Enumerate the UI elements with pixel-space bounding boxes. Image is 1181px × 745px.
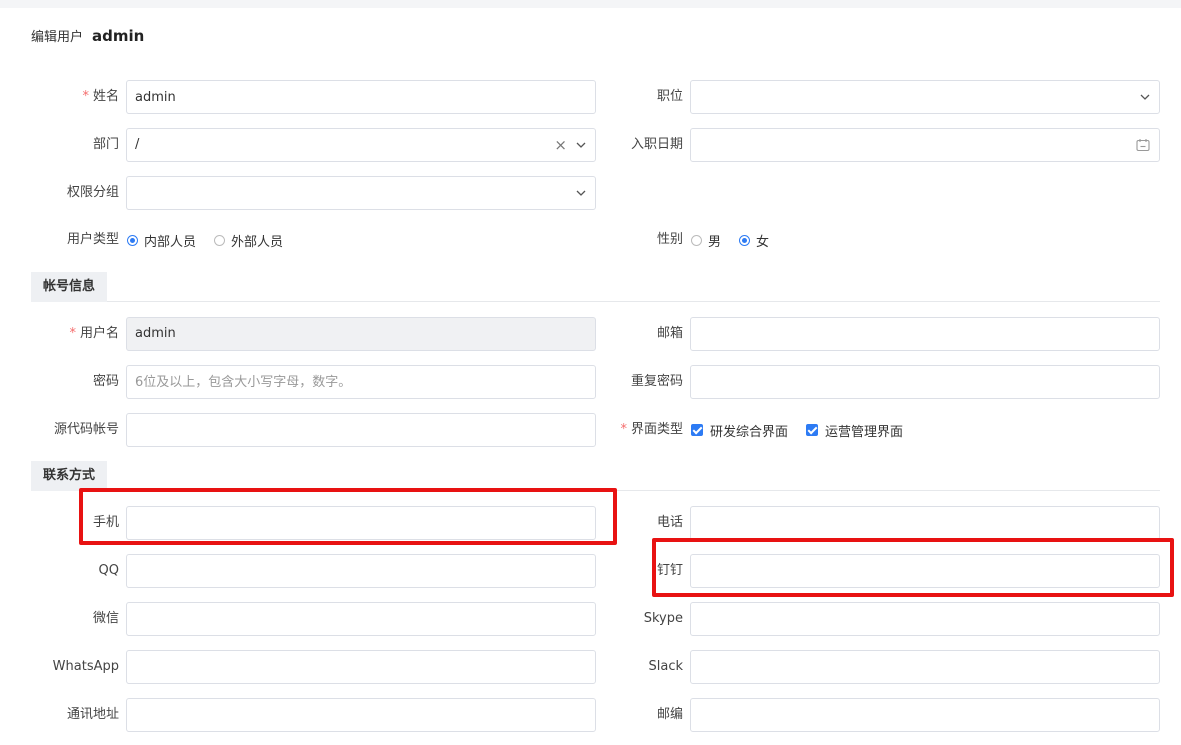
user-type-external-option[interactable]: 外部人员 [214,231,283,250]
radio-unchecked-icon[interactable] [691,234,702,246]
skype-label: Skype [643,611,683,626]
whatsapp-label: WhatsApp [52,659,119,674]
gender-male-option[interactable]: 男 [691,231,721,250]
email-label: 邮箱 [656,326,683,341]
checkbox-checked-icon[interactable] [691,424,703,436]
repeat-password-input[interactable] [691,366,1159,398]
username-field: admin [126,317,596,351]
user-type-radio-group: 内部人员 外部人员 [127,223,301,257]
calendar-icon[interactable] [1136,138,1150,156]
gender-label: 性别 [656,232,683,247]
username-value: admin [135,326,176,341]
ui-type-rd-option[interactable]: 研发综合界面 [691,421,788,440]
user-type-label: 用户类型 [66,232,119,247]
slack-field[interactable] [690,650,1160,684]
position-select[interactable] [690,80,1160,114]
top-bar [0,0,1181,8]
address-label: 通讯地址 [66,707,119,722]
name-field[interactable] [126,80,596,114]
whatsapp-input[interactable] [127,651,595,683]
department-label: 部门 [92,137,119,152]
email-field[interactable] [690,317,1160,351]
password-field[interactable] [126,365,596,399]
radio-checked-icon[interactable] [739,234,751,246]
permission-group-select[interactable] [126,176,596,210]
password-input[interactable] [127,366,595,398]
gender-female-option[interactable]: 女 [739,231,769,250]
clear-icon[interactable]: × [554,129,567,161]
account-section-header: 帐号信息 [31,272,1160,302]
chevron-down-icon [1140,81,1150,113]
source-account-input[interactable] [127,414,595,446]
skype-field[interactable] [690,602,1160,636]
chevron-down-icon [576,129,586,161]
chevron-down-icon [576,177,586,209]
qq-input[interactable] [127,555,595,587]
name-input[interactable] [127,81,595,113]
wechat-field[interactable] [126,602,596,636]
account-section-title: 帐号信息 [31,272,108,302]
user-type-internal-option[interactable]: 内部人员 [127,231,196,250]
wechat-input[interactable] [127,603,595,635]
username-label: * 用户名 [69,326,119,341]
gender-radio-group: 男 女 [691,223,787,257]
contact-section-header: 联系方式 [31,461,1160,491]
ui-type-checkbox-group: 研发综合界面 运营管理界面 [691,413,921,447]
required-mark: * [82,89,89,104]
qq-field[interactable] [126,554,596,588]
page-title-label: 编辑用户 [31,30,84,45]
page-title: 编辑用户 admin [31,26,144,45]
address-field[interactable] [126,698,596,732]
repeat-password-field[interactable] [690,365,1160,399]
join-date-label: 入职日期 [630,137,683,152]
highlight-box-mobile [79,488,617,545]
zipcode-input[interactable] [691,699,1159,731]
slack-input[interactable] [691,651,1159,683]
slack-label: Slack [648,659,683,674]
qq-label: QQ [98,563,119,578]
required-mark: * [69,326,76,341]
phone-field[interactable] [690,506,1160,540]
department-select[interactable]: / × [126,128,596,162]
zipcode-label: 邮编 [656,707,683,722]
permission-group-label: 权限分组 [66,185,119,200]
email-input[interactable] [691,318,1159,350]
contact-section-title: 联系方式 [31,461,108,491]
name-label: * 姓名 [82,89,119,104]
ui-type-label: * 界面类型 [620,422,683,437]
position-label: 职位 [656,89,683,104]
address-input[interactable] [127,699,595,731]
phone-input[interactable] [691,507,1159,539]
page-title-username: admin [92,27,145,45]
whatsapp-field[interactable] [126,650,596,684]
repeat-password-label: 重复密码 [630,374,683,389]
radio-unchecked-icon[interactable] [214,234,226,246]
join-date-picker[interactable] [690,128,1160,162]
zipcode-field[interactable] [690,698,1160,732]
ui-type-ops-option[interactable]: 运营管理界面 [806,421,903,440]
password-label: 密码 [92,374,119,389]
source-account-label: 源代码帐号 [53,422,119,437]
checkbox-checked-icon[interactable] [806,424,819,436]
highlight-box-dingtalk [652,538,1174,597]
radio-checked-icon[interactable] [127,234,138,246]
required-mark: * [620,422,627,437]
source-account-field[interactable] [126,413,596,447]
department-value: / [135,137,140,152]
wechat-label: 微信 [92,611,119,626]
skype-input[interactable] [691,603,1159,635]
